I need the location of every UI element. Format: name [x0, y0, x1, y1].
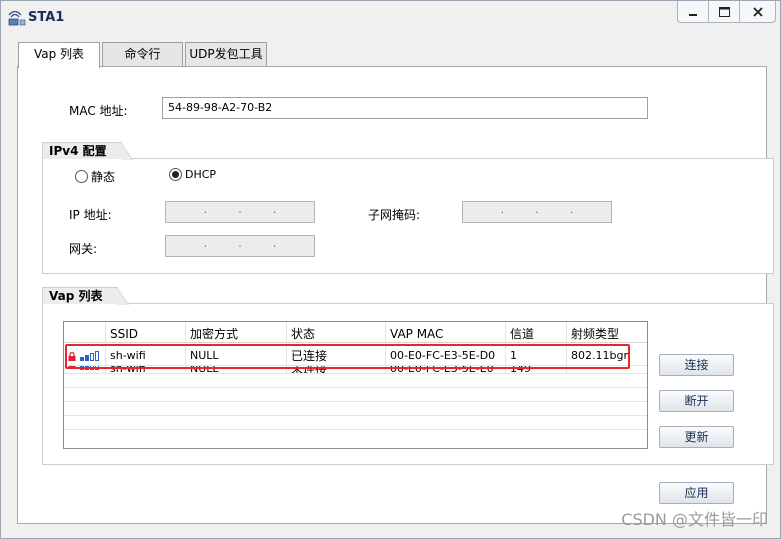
tab-command-line[interactable]: 命令行 — [102, 42, 183, 67]
gateway-dot: . — [238, 237, 242, 250]
table-row[interactable]: sh-wifi NULL 未连接 00-E0-FC-E3-5E-E0 149 — [64, 366, 647, 374]
radio-selected-dot — [172, 171, 179, 178]
row-icons — [64, 366, 106, 373]
maximize-button[interactable] — [708, 1, 739, 22]
cell-ssid: sh-wifi — [106, 366, 186, 373]
connect-button[interactable]: 连接 — [659, 354, 734, 376]
header-encryption[interactable]: 加密方式 — [186, 322, 287, 342]
header-status[interactable]: 状态 — [287, 322, 386, 342]
subnet-mask-field[interactable]: ... — [462, 201, 612, 223]
cell-encryption: NULL — [186, 366, 287, 373]
empty-row — [64, 374, 647, 388]
empty-row — [64, 416, 647, 430]
maximize-icon — [718, 6, 730, 17]
cell-vap-mac: 00-E0-FC-E3-5E-E0 — [386, 366, 506, 373]
ip-dot: . — [272, 203, 277, 216]
mac-label: MAC 地址: — [69, 104, 128, 118]
cell-status: 已连接 — [287, 346, 386, 365]
cell-channel: 149 — [506, 366, 567, 373]
minimize-icon — [689, 13, 697, 16]
signal-strength-icon — [80, 366, 99, 370]
cell-vap-mac: 00-E0-FC-E3-5E-D0 — [386, 346, 506, 365]
ip-dot: . — [203, 203, 208, 216]
csdn-watermark: CSDN @文件皆一印 — [621, 510, 768, 529]
header-radio-type[interactable]: 射频类型 — [567, 322, 647, 342]
refresh-button[interactable]: 更新 — [659, 426, 734, 448]
apply-button[interactable]: 应用 — [659, 482, 734, 504]
tab-udp-tool[interactable]: UDP发包工具 — [185, 42, 267, 67]
tab-vap-list[interactable]: Vap 列表 — [18, 42, 100, 68]
table-row[interactable]: sh-wifi NULL 已连接 00-E0-FC-E3-5E-D0 1 802… — [64, 346, 647, 366]
sta1-window: STA1 Vap 列表 命令行 UDP发包工具 MAC 地址: 54-89-98… — [0, 0, 781, 539]
sta-app-icon — [8, 10, 26, 26]
ip-address-field[interactable]: ... — [165, 201, 315, 223]
subnet-mask-label: 子网掩码: — [368, 208, 421, 222]
empty-row — [64, 402, 647, 416]
cell-ssid: sh-wifi — [106, 346, 186, 365]
ipv4-group-label: IPv4 配置 — [42, 142, 133, 160]
static-radio-label: 静态 — [91, 170, 116, 184]
signal-strength-icon — [80, 351, 99, 361]
ip-address-label: IP 地址: — [69, 208, 112, 222]
gateway-dot: . — [272, 237, 277, 250]
header-vap-mac[interactable]: VAP MAC — [386, 322, 506, 342]
vap-group-title: Vap 列表 — [49, 289, 103, 303]
cell-channel: 1 — [506, 346, 567, 365]
window-title: STA1 — [28, 10, 65, 25]
mask-dot: . — [535, 203, 539, 216]
gateway-label: 网关: — [69, 242, 98, 256]
mask-dot: . — [569, 203, 574, 216]
cell-status: 未连接 — [287, 366, 386, 373]
mask-dot: . — [500, 203, 505, 216]
close-button[interactable] — [739, 1, 775, 22]
static-radio[interactable]: 静态 — [75, 168, 115, 185]
lock-icon — [68, 351, 76, 361]
minimize-button[interactable] — [678, 1, 708, 22]
close-icon — [752, 6, 763, 17]
dhcp-radio[interactable]: DHCP — [169, 168, 216, 181]
header-icon-col — [64, 322, 106, 342]
gateway-dot: . — [203, 237, 208, 250]
table-header: SSID 加密方式 状态 VAP MAC 信道 射频类型 — [64, 322, 647, 343]
lock-icon — [68, 366, 76, 368]
ip-dot: . — [238, 203, 242, 216]
vap-table[interactable]: SSID 加密方式 状态 VAP MAC 信道 射频类型 sh-wifi NUL… — [63, 321, 648, 449]
mac-address-field[interactable]: 54-89-98-A2-70-B2 — [162, 97, 648, 119]
header-channel[interactable]: 信道 — [506, 322, 567, 342]
row-icons — [64, 346, 106, 365]
window-controls — [677, 1, 776, 23]
cell-radio-type — [567, 366, 647, 373]
static-radio-circle — [75, 170, 88, 183]
gateway-field[interactable]: ... — [165, 235, 315, 257]
dhcp-radio-label: DHCP — [185, 168, 217, 181]
header-ssid[interactable]: SSID — [106, 322, 186, 342]
empty-row — [64, 430, 647, 444]
disconnect-button[interactable]: 断开 — [659, 390, 734, 412]
ipv4-group-title: IPv4 配置 — [49, 144, 107, 158]
title-bar[interactable]: STA1 — [1, 1, 780, 35]
empty-row — [64, 388, 647, 402]
cell-encryption: NULL — [186, 346, 287, 365]
dhcp-radio-circle — [169, 168, 182, 181]
vap-group-label: Vap 列表 — [42, 287, 128, 305]
cell-radio-type: 802.11bgn — [571, 349, 631, 362]
